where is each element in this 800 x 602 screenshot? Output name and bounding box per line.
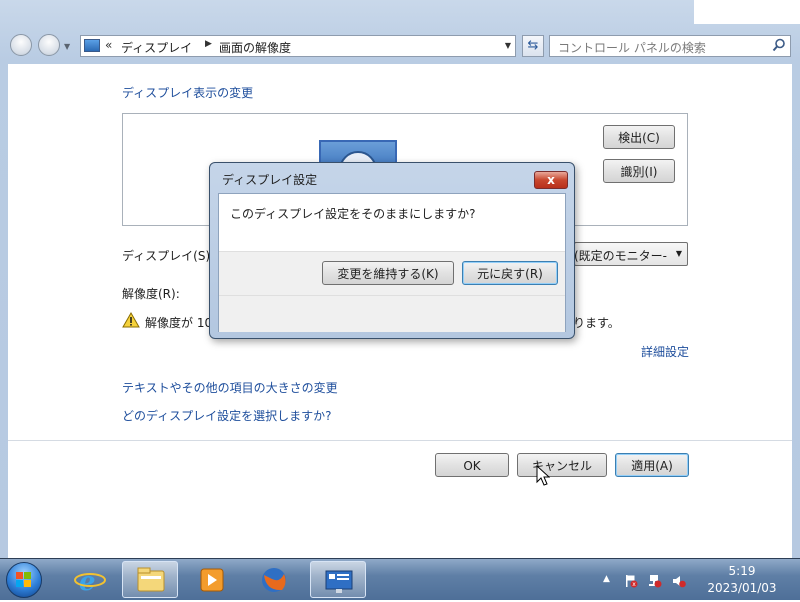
identify-button[interactable]: 識別(I) [603,159,675,183]
internet-explorer-icon: e [74,567,106,597]
taskbar: e ▲ x 5:19 2023/01/03 [0,558,800,600]
svg-text:e: e [79,567,96,597]
clock-date[interactable]: 2023/01/03 [702,581,782,595]
revert-button[interactable]: 元に戻す(R) [462,261,558,285]
cancel-button[interactable]: キャンセル [517,453,607,477]
mouse-cursor-icon [536,465,550,486]
resolution-label: 解像度(R): [122,287,180,301]
network-icon[interactable] [648,574,662,588]
dialog-message: このディスプレイ設定をそのままにしますか? [230,207,476,221]
warning-text-start: 解像度が 10 [145,316,213,330]
display-select[interactable]: の (既定のモニター- ▼ [574,242,688,266]
back-button[interactable] [10,34,32,56]
close-icon: x [547,173,555,187]
search-icon[interactable] [772,38,786,52]
taskbar-internet-explorer[interactable]: e [62,561,118,598]
which-display-settings-link[interactable]: どのディスプレイ設定を選択しますか? [122,407,332,424]
divider [8,440,792,441]
refresh-icon: ⇆ [527,38,539,53]
breadcrumb-separator-icon[interactable]: ▶ [205,39,212,49]
display-label: ディスプレイ(S): [122,249,215,263]
dialog-close-button[interactable]: x [534,171,568,189]
taskbar-firefox[interactable] [246,561,302,598]
svg-text:x: x [632,581,636,588]
start-button[interactable] [6,562,42,598]
title-bar [0,0,800,30]
warning-icon [122,312,140,328]
breadcrumb-overflow[interactable]: « [105,38,112,52]
ok-button[interactable]: OK [435,453,509,477]
recent-pages-dropdown-icon[interactable]: ▼ [64,42,70,51]
address-dropdown-icon[interactable]: ▼ [505,41,511,50]
display-control-panel-icon [84,39,100,52]
dialog-footer [219,295,565,332]
search-placeholder: コントロール パネルの検索 [558,41,706,55]
action-center-flag-icon[interactable]: x [624,574,638,588]
dialog-button-bar: 変更を維持する(K) 元に戻す(R) [219,251,565,296]
refresh-button[interactable]: ⇆ [522,35,544,57]
show-hidden-icons-icon[interactable]: ▲ [603,574,610,584]
page-title: ディスプレイ表示の変更 [122,86,254,100]
keep-changes-button[interactable]: 変更を維持する(K) [322,261,454,285]
taskbar-explorer[interactable] [122,561,178,598]
folder-icon [137,567,165,592]
caption-buttons-area [694,0,800,24]
breadcrumb-screen-resolution[interactable]: 画面の解像度 [219,39,291,56]
chevron-down-icon: ▼ [675,249,682,258]
apply-button[interactable]: 適用(A) [615,453,689,477]
display-select-value: の (既定のモニター- [574,249,667,263]
volume-muted-icon[interactable] [672,574,686,588]
display-settings-icon [325,570,353,593]
clock-time[interactable]: 5:19 [702,564,782,578]
dialog-body: このディスプレイ設定をそのままにしますか? 変更を維持する(K) 元に戻す(R) [218,193,566,332]
warning-text-end: ります。 [573,316,620,330]
address-bar[interactable]: « ディスプレイ ▶ 画面の解像度 ▼ [80,35,516,57]
advanced-settings-link[interactable]: 詳細設定 [641,343,689,360]
firefox-icon [262,568,286,592]
search-input[interactable]: コントロール パネルの検索 [549,35,791,57]
breadcrumb-display[interactable]: ディスプレイ [121,39,192,56]
windows-logo-icon [16,572,31,587]
text-size-link[interactable]: テキストやその他の項目の大きさの変更 [122,379,338,396]
display-settings-dialog: ディスプレイ設定 x このディスプレイ設定をそのままにしますか? 変更を維持する… [209,162,575,339]
taskbar-display-settings[interactable] [310,561,366,598]
taskbar-media-player[interactable] [184,561,240,598]
media-player-icon [200,568,224,592]
detect-button[interactable]: 検出(C) [603,125,675,149]
dialog-title: ディスプレイ設定 [222,173,318,187]
forward-button[interactable] [38,34,60,56]
